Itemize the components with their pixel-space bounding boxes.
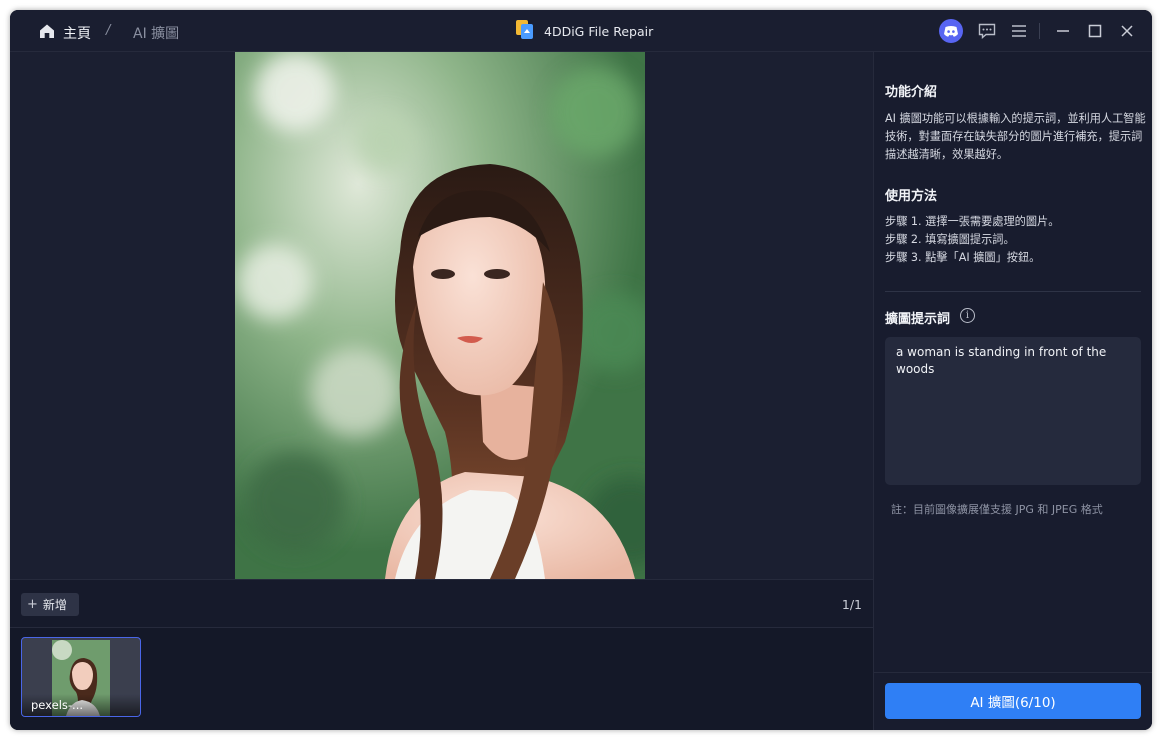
thumbnail-item[interactable]: pexels-... [21, 637, 141, 717]
add-image-label: 新增 [42, 598, 67, 612]
maximize-icon[interactable] [1084, 20, 1106, 42]
page-indicator: 1/1 [841, 597, 862, 612]
step-2: 步驟 2. 填寫擴圖提示詞。 [885, 233, 1015, 246]
app-title: 4DDiG File Repair [544, 24, 654, 39]
intro-title: 功能介紹 [885, 85, 938, 100]
breadcrumb-separator: / [106, 23, 111, 38]
prompt-title: 擴圖提示詞 [885, 312, 951, 327]
format-note: 註：目前圖像擴展僅支援 JPG 和 JPEG 格式 [891, 503, 1103, 516]
thumbnail-label: pexels-... [22, 694, 140, 716]
panel-divider [885, 291, 1141, 292]
thumbnail-strip: pexels-... [10, 628, 873, 730]
usage-title: 使用方法 [885, 189, 938, 204]
discord-icon[interactable] [939, 19, 963, 43]
ai-expand-button[interactable]: AI 擴圖(6/10) [885, 683, 1141, 719]
step-1: 步驟 1. 選擇一張需要處理的圖片。 [885, 215, 1060, 228]
breadcrumb-current: AI 擴圖 [133, 26, 180, 42]
prompt-input[interactable] [885, 337, 1141, 485]
image-toolbar: + 新增 1/1 [10, 579, 873, 628]
preview-image [235, 52, 645, 579]
app-logo-icon [516, 20, 533, 39]
close-icon[interactable] [1116, 20, 1138, 42]
title-bar: 主頁 / AI 擴圖 4DDiG File Repair [10, 10, 1152, 52]
home-icon[interactable] [38, 22, 56, 40]
image-preview-area [10, 52, 873, 579]
feedback-icon[interactable] [976, 20, 998, 42]
app-window: 主頁 / AI 擴圖 4DDiG File Repair + 新增 1/1 pe… [10, 10, 1152, 730]
intro-text: AI 擴圖功能可以根據輸入的提示詞，並利用人工智能技術，對畫面存在缺失部分的圖片… [885, 112, 1146, 161]
menu-icon[interactable] [1008, 20, 1030, 42]
breadcrumb-home[interactable]: 主頁 [63, 23, 91, 43]
add-image-button[interactable]: + 新增 [21, 593, 79, 616]
side-panel: 功能介紹 AI 擴圖功能可以根據輸入的提示詞，並利用人工智能技術，對畫面存在缺失… [873, 52, 1152, 730]
step-3: 步驟 3. 點擊「AI 擴圖」按鈕。 [885, 251, 1041, 264]
panel-footer: AI 擴圖(6/10) [874, 672, 1152, 730]
info-icon[interactable]: i [960, 308, 975, 323]
titlebar-divider [1039, 23, 1040, 39]
plus-icon: + [27, 597, 38, 612]
minimize-icon[interactable] [1052, 20, 1074, 42]
